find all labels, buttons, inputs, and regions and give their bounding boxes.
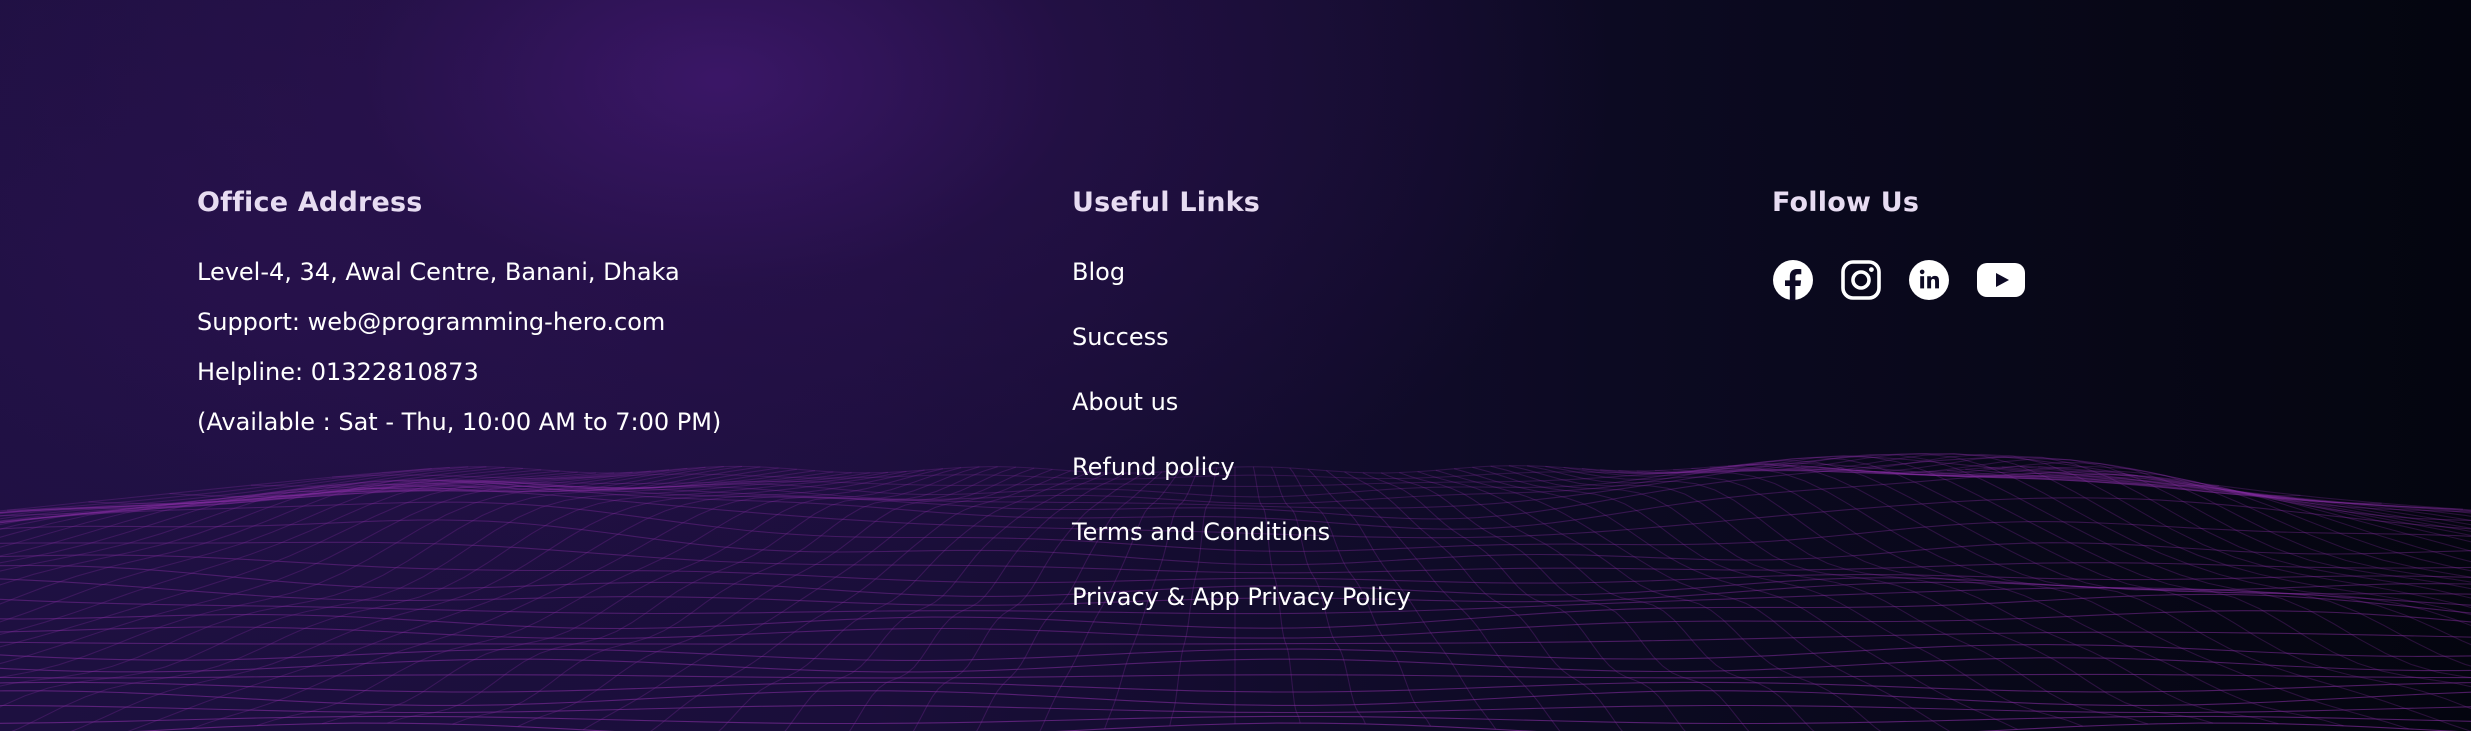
linkedin-icon[interactable] <box>1908 259 1950 301</box>
success-link[interactable]: Success <box>1072 322 1411 352</box>
useful-links-heading: Useful Links <box>1072 187 1261 218</box>
mesh-line <box>1380 472 1750 731</box>
office-address-list: Level-4, 34, Awal Centre, Banani, Dhaka … <box>197 257 721 437</box>
office-address-heading: Office Address <box>197 187 423 218</box>
useful-links-list: Blog Success About us Refund policy Term… <box>1072 257 1411 612</box>
about-us-link[interactable]: About us <box>1072 387 1411 417</box>
mesh-line <box>0 466 469 514</box>
instagram-icon[interactable] <box>1841 260 1881 300</box>
site-footer: Office Address Level-4, 34, Awal Centre,… <box>0 0 2471 731</box>
refund-policy-link[interactable]: Refund policy <box>1072 452 1411 482</box>
follow-us-section: Follow Us <box>1772 186 2025 301</box>
facebook-icon[interactable] <box>1772 259 1814 301</box>
privacy-policy-link[interactable]: Privacy & App Privacy Policy <box>1072 582 1411 612</box>
terms-and-conditions-link[interactable]: Terms and Conditions <box>1072 517 1411 547</box>
follow-us-heading: Follow Us <box>1772 187 1920 218</box>
social-icons <box>1772 259 2025 301</box>
availability-line: (Available : Sat - Thu, 10:00 AM to 7:00… <box>197 408 722 436</box>
mesh-line <box>1490 465 2149 725</box>
office-address-section: Office Address Level-4, 34, Awal Centre,… <box>197 186 721 457</box>
useful-links-section: Useful Links Blog Success About us Refun… <box>1072 186 1411 647</box>
blog-link[interactable]: Blog <box>1072 257 1411 287</box>
mesh-line <box>134 722 2460 731</box>
mesh-line <box>1673 454 2471 646</box>
support-email-line: Support: web@programming-hero.com <box>197 308 666 336</box>
helpline-line: Helpline: 01322810873 <box>197 358 479 386</box>
youtube-icon[interactable] <box>1977 263 2025 297</box>
office-address-line: Level-4, 34, Awal Centre, Banani, Dhaka <box>197 258 680 286</box>
mesh-line <box>321 466 980 725</box>
